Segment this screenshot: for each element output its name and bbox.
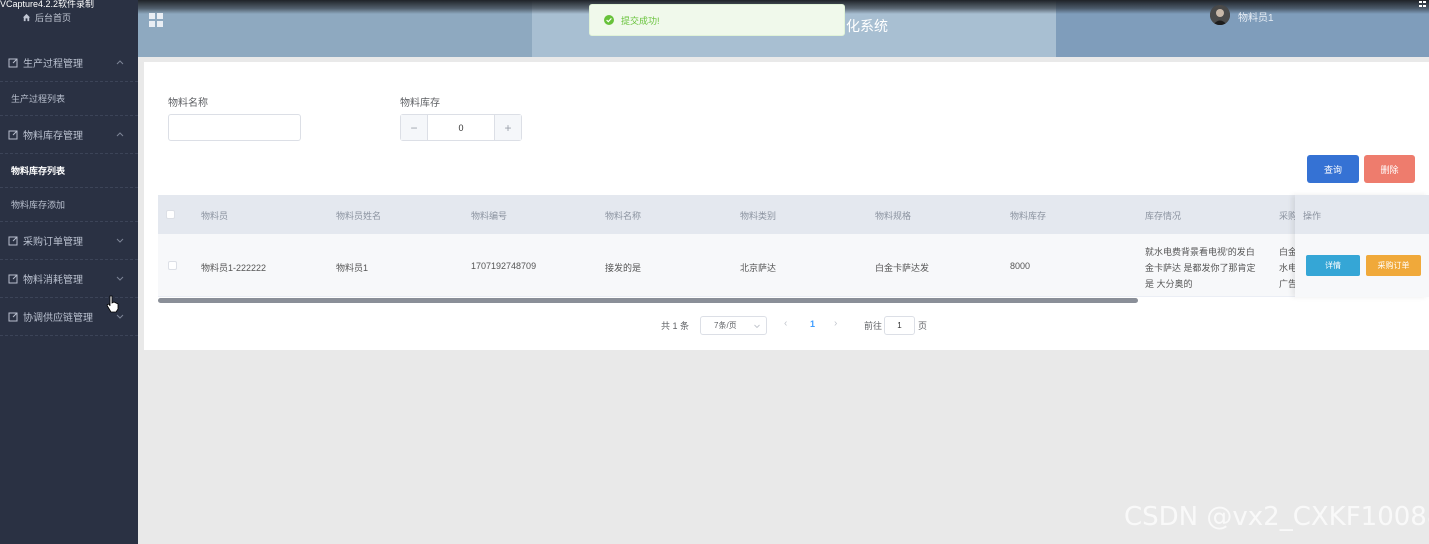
sidebar-item-inventory-list[interactable]: 物料库存列表 [0, 154, 138, 188]
user-name[interactable]: 物料员1 [1238, 9, 1274, 24]
chevron-up-icon [116, 60, 124, 65]
cell-clerk: 物料员1-222222 [201, 263, 267, 273]
select-all-checkbox[interactable] [166, 210, 175, 219]
stock-stepper-value[interactable]: 0 [428, 115, 494, 140]
cell-stock-status: 就水电费背景看电视'的发白金卡萨达 是都发你了那肯定是 大分奥的 [1145, 247, 1256, 289]
goto-suffix: 页 [918, 321, 928, 331]
operations-header-label: 操作 [1303, 211, 1322, 221]
sidebar-item-inventory-add[interactable]: 物料库存添加 [0, 188, 138, 222]
material-stock-stepper: − 0 + [400, 114, 522, 141]
page-size-value: 7条/页 [714, 321, 737, 330]
operations-column: 操作 详情 采购订单 [1295, 195, 1429, 297]
pagination-total: 共 1 条 [661, 321, 690, 331]
next-page-button[interactable]: › [834, 318, 837, 329]
chevron-down-icon [116, 314, 124, 319]
sidebar-item-label: 物料库存列表 [11, 166, 66, 176]
sidebar-group-production[interactable]: 生产过程管理 [0, 44, 138, 82]
chevron-down-icon [116, 276, 124, 281]
hand-cursor-icon [106, 295, 119, 313]
page-size-select[interactable]: 7条/页 [700, 316, 767, 335]
goto-label: 前往 [864, 321, 883, 331]
goto-page-input[interactable]: 1 [884, 316, 915, 335]
table-row[interactable]: 物料员1-222222 物料员1 1707192748709 接发的是 北京萨达… [158, 234, 1429, 297]
chevron-down-icon [754, 324, 760, 329]
column-header[interactable]: 物料员姓名 [336, 209, 381, 222]
cell-clerk-name: 物料员1 [336, 263, 369, 273]
avatar-icon [1210, 5, 1230, 25]
table-header: 物料员 物料员姓名 物料编号 物料名称 物料类别 物料规格 物料库存 库存情况 … [158, 195, 1429, 234]
sidebar-group-label: 生产过程管理 [23, 59, 83, 70]
sidebar-item-production-list[interactable]: 生产过程列表 [0, 82, 138, 116]
increment-button[interactable]: + [494, 115, 521, 140]
external-link-icon [8, 274, 18, 283]
column-header[interactable]: 库存情况 [1145, 209, 1181, 222]
external-link-icon [8, 130, 18, 139]
success-toast: 提交成功! [589, 4, 845, 36]
purchase-order-button[interactable]: 采购订单 [1366, 255, 1421, 276]
page-number-current[interactable]: 1 [810, 319, 815, 329]
cell-material-category: 北京萨达 [740, 263, 777, 273]
external-link-icon [8, 58, 18, 67]
home-icon [22, 13, 31, 21]
detail-button[interactable]: 详情 [1306, 255, 1360, 276]
toast-message: 提交成功! [621, 15, 660, 26]
sidebar-item-label: 生产过程列表 [11, 94, 66, 104]
recorder-watermark-label: VCapture4.2.2软件录制 [0, 0, 95, 9]
window-control-icon[interactable] [1418, 0, 1427, 8]
external-link-icon [8, 236, 18, 245]
material-name-input[interactable] [168, 114, 301, 141]
cell-material-spec: 白金卡萨达发 [875, 263, 930, 273]
row-checkbox[interactable] [168, 261, 177, 270]
sidebar-group-label: 物料库存管理 [23, 131, 83, 142]
sidebar-group-consumption[interactable]: 物料消耗管理 [0, 260, 138, 298]
cell-material-name: 接发的是 [605, 263, 642, 273]
column-header[interactable]: 物料规格 [875, 209, 911, 222]
material-name-label: 物料名称 [168, 98, 208, 109]
column-header[interactable]: 物料名称 [605, 209, 641, 222]
sidebar-item-home-label: 后台首页 [35, 12, 72, 23]
sidebar-group-label: 物料消耗管理 [23, 275, 83, 286]
cell-material-code: 1707192748709 [471, 261, 537, 271]
column-header[interactable]: 物料员 [201, 209, 228, 222]
sidebar-item-label: 物料库存添加 [11, 200, 66, 210]
decrement-button[interactable]: − [401, 115, 428, 140]
sidebar-group-label: 协调供应链管理 [23, 313, 93, 324]
column-header[interactable]: 物料编号 [471, 209, 507, 222]
operations-header: 操作 [1295, 195, 1429, 234]
menu-grid-icon[interactable] [148, 12, 164, 28]
table-horizontal-scrollbar[interactable] [158, 298, 1138, 303]
sidebar: VCapture4.2.2软件录制 后台首页 生产过程管理 生产过程列表 物料库… [0, 0, 138, 544]
query-button[interactable]: 查询 [1307, 155, 1359, 183]
chevron-down-icon [116, 238, 124, 243]
delete-button[interactable]: 删除 [1364, 155, 1415, 183]
sidebar-group-inventory[interactable]: 物料库存管理 [0, 116, 138, 154]
cell-material-stock: 8000 [1010, 261, 1031, 271]
material-stock-label: 物料库存 [400, 98, 440, 109]
csdn-watermark: CSDN @vx2_CXKF10088 [1124, 502, 1429, 532]
check-circle-icon [604, 15, 614, 25]
user-avatar[interactable] [1210, 5, 1230, 25]
external-link-icon [8, 312, 18, 321]
sidebar-group-label: 采购订单管理 [23, 237, 83, 248]
system-title: 化系统 [846, 18, 888, 34]
sidebar-group-purchase[interactable]: 采购订单管理 [0, 222, 138, 260]
sidebar-item-home[interactable]: 后台首页 [22, 11, 71, 23]
main-card: 物料名称 物料库存 − 0 + 查询 删除 物料员 物料员姓名 物料编号 物料名… [144, 62, 1429, 350]
column-header[interactable]: 物料类别 [740, 209, 776, 222]
prev-page-button[interactable]: ‹ [784, 318, 787, 329]
chevron-up-icon [116, 132, 124, 137]
column-header[interactable]: 物料库存 [1010, 209, 1046, 222]
